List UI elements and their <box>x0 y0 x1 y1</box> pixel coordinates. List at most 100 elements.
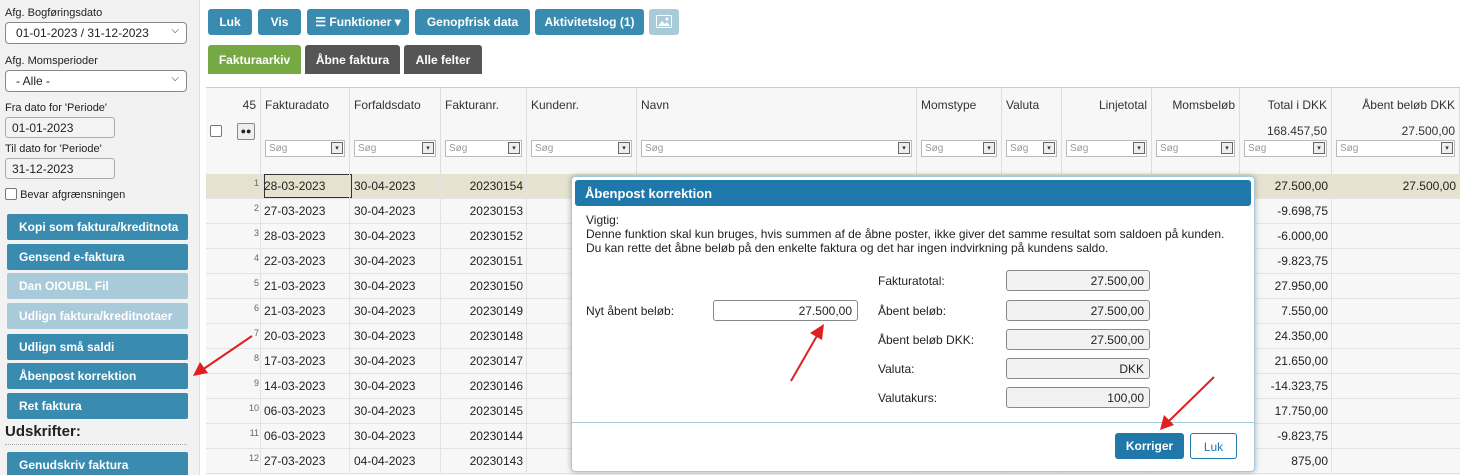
cell-forfald: 30-04-2023 <box>354 254 416 268</box>
ret-faktura-button[interactable]: Ret faktura <box>7 393 188 419</box>
nyt-aabent-input[interactable]: 27.500,00 <box>713 300 858 321</box>
filter-dropdown-icon[interactable]: ▾ <box>1133 142 1145 154</box>
aabenpost-korrektion-button[interactable]: Åbenpost korrektion <box>7 363 188 389</box>
filter-dropdown-icon[interactable]: ▾ <box>422 142 434 154</box>
column-title[interactable]: Fakturadato <box>265 98 329 112</box>
column-search-input[interactable]: Søg ▾ <box>1006 140 1057 157</box>
column-title[interactable]: Linjetotal <box>1099 98 1147 112</box>
genopfrisk-button[interactable]: Genopfrisk data <box>415 9 530 35</box>
column-search-input[interactable]: Søg ▾ <box>1156 140 1235 157</box>
cell-divider <box>440 374 441 398</box>
image-button[interactable] <box>649 9 679 35</box>
column-title[interactable]: Momsbeløb <box>1172 98 1235 112</box>
column-search-input[interactable]: Søg ▾ <box>641 140 912 157</box>
cell-divider <box>440 274 441 298</box>
dan-oioubl-button[interactable]: Dan OIOUBL Fil <box>7 273 188 299</box>
udlign-faktura-button[interactable]: Udlign faktura/kreditnotaer <box>7 303 188 329</box>
aktivitetslog-button[interactable]: Aktivitetslog (1) <box>535 9 644 35</box>
filter-dropdown-icon[interactable]: ▾ <box>508 142 520 154</box>
cell-forfald: 30-04-2023 <box>354 379 416 393</box>
filter-dropdown-icon[interactable]: ▾ <box>1441 142 1453 154</box>
bevar-checkbox[interactable] <box>5 188 17 200</box>
filter-dropdown-icon[interactable]: ▾ <box>983 142 995 154</box>
cell-n: 7 <box>253 328 259 338</box>
til-dato-input[interactable]: 31-12-2023 <box>5 158 115 179</box>
cell-divider <box>260 449 261 473</box>
column-title[interactable]: Total i DKK <box>1268 98 1327 112</box>
gensend-button[interactable]: Gensend e-faktura <box>7 244 188 270</box>
luk-button[interactable]: Luk <box>208 9 252 35</box>
column-title[interactable]: Navn <box>641 98 669 112</box>
column-title[interactable]: Momstype <box>921 98 976 112</box>
cell-nr: 20230151 <box>469 254 523 268</box>
cell-divider <box>260 249 261 273</box>
select-all-checkbox[interactable] <box>210 125 222 137</box>
filter-dropdown-icon[interactable]: ▾ <box>1043 142 1055 154</box>
cell-dato: 22-03-2023 <box>264 254 326 268</box>
cell-divider <box>440 349 441 373</box>
column-title[interactable]: Fakturanr. <box>445 98 499 112</box>
column-search-input[interactable]: Søg ▾ <box>921 140 997 157</box>
cell-dato: 17-03-2023 <box>264 354 326 368</box>
kopi-button[interactable]: Kopi som faktura/kreditnota <box>7 214 188 240</box>
row-count: 45 <box>242 98 256 112</box>
menu-icon: ☰ <box>315 15 327 29</box>
cell-total: -9.823,75 <box>1277 429 1328 443</box>
dialog-luk-button[interactable]: Luk <box>1190 433 1237 459</box>
cell-total: -6.000,00 <box>1277 229 1328 243</box>
cell-nr: 20230148 <box>469 329 523 343</box>
cell-divider <box>260 224 261 248</box>
cell-divider <box>526 199 527 223</box>
cell-forfald: 04-04-2023 <box>354 454 416 468</box>
filter-dropdown-icon[interactable]: ▾ <box>1221 142 1233 154</box>
funktioner-button[interactable]: ☰ Funktioner ▾ <box>307 9 409 35</box>
filter-dropdown-icon[interactable]: ▾ <box>898 142 910 154</box>
cell-divider <box>1331 374 1332 398</box>
tab-fakturaarkiv[interactable]: Fakturaarkiv <box>208 45 301 74</box>
cell-total: -14.323,75 <box>1270 379 1328 393</box>
moms-select[interactable]: - Alle - ⌵ <box>5 70 187 92</box>
column-search-input[interactable]: Søg ▾ <box>1336 140 1455 157</box>
column-title[interactable]: Valuta <box>1006 98 1039 112</box>
column-search-input[interactable]: Søg ▾ <box>445 140 522 157</box>
cell-forfald: 30-04-2023 <box>354 279 416 293</box>
chevron-down-icon: ⌵ <box>171 25 179 36</box>
cell-aabent: 27.500,00 <box>1402 179 1456 193</box>
cell-divider <box>349 424 350 448</box>
column-search-input[interactable]: Søg ▾ <box>1244 140 1327 157</box>
vis-button[interactable]: Vis <box>258 9 301 35</box>
genudskriv-button[interactable]: Genudskriv faktura <box>7 452 188 475</box>
cell-divider <box>1331 249 1332 273</box>
column-search-input[interactable]: Søg ▾ <box>354 140 436 157</box>
row-number-header: 45 ●● <box>206 88 261 174</box>
cell-divider <box>1331 299 1332 323</box>
column-header: Fakturadato Søg ▾ <box>261 88 350 174</box>
cell-n: 3 <box>253 228 259 238</box>
column-search-input[interactable]: Søg ▾ <box>1066 140 1147 157</box>
binoculars-icon[interactable]: ●● <box>237 123 255 140</box>
filter-dropdown-icon[interactable]: ▾ <box>331 142 343 154</box>
column-search-input[interactable]: Søg ▾ <box>531 140 632 157</box>
cell-forfald: 30-04-2023 <box>354 304 416 318</box>
cell-divider <box>526 374 527 398</box>
cell-dato: 06-03-2023 <box>264 429 326 443</box>
column-title[interactable]: Åbent beløb DKK <box>1362 98 1455 112</box>
column-title[interactable]: Forfaldsdato <box>354 98 421 112</box>
bogforing-select[interactable]: 01-01-2023 / 31-12-2023 ⌵ <box>5 22 187 44</box>
cell-divider <box>526 449 527 473</box>
search-placeholder: Søg <box>1160 143 1179 154</box>
filter-dropdown-icon[interactable]: ▾ <box>618 142 630 154</box>
cell-n: 12 <box>248 453 259 463</box>
tab-aabne-faktura[interactable]: Åbne faktura <box>305 45 400 74</box>
cell-total: 27.500,00 <box>1274 179 1328 193</box>
udlign-smaa-saldi-button[interactable]: Udlign små saldi <box>7 334 188 360</box>
tab-alle-felter[interactable]: Alle felter <box>404 45 482 74</box>
korriger-button[interactable]: Korriger <box>1115 433 1184 459</box>
cell-n: 4 <box>253 253 259 263</box>
column-search-input[interactable]: Søg ▾ <box>265 140 345 157</box>
fra-dato-input[interactable]: 01-01-2023 <box>5 117 115 138</box>
cell-n: 5 <box>253 278 259 288</box>
column-title[interactable]: Kundenr. <box>531 98 579 112</box>
filter-dropdown-icon[interactable]: ▾ <box>1313 142 1325 154</box>
cell-divider <box>349 299 350 323</box>
